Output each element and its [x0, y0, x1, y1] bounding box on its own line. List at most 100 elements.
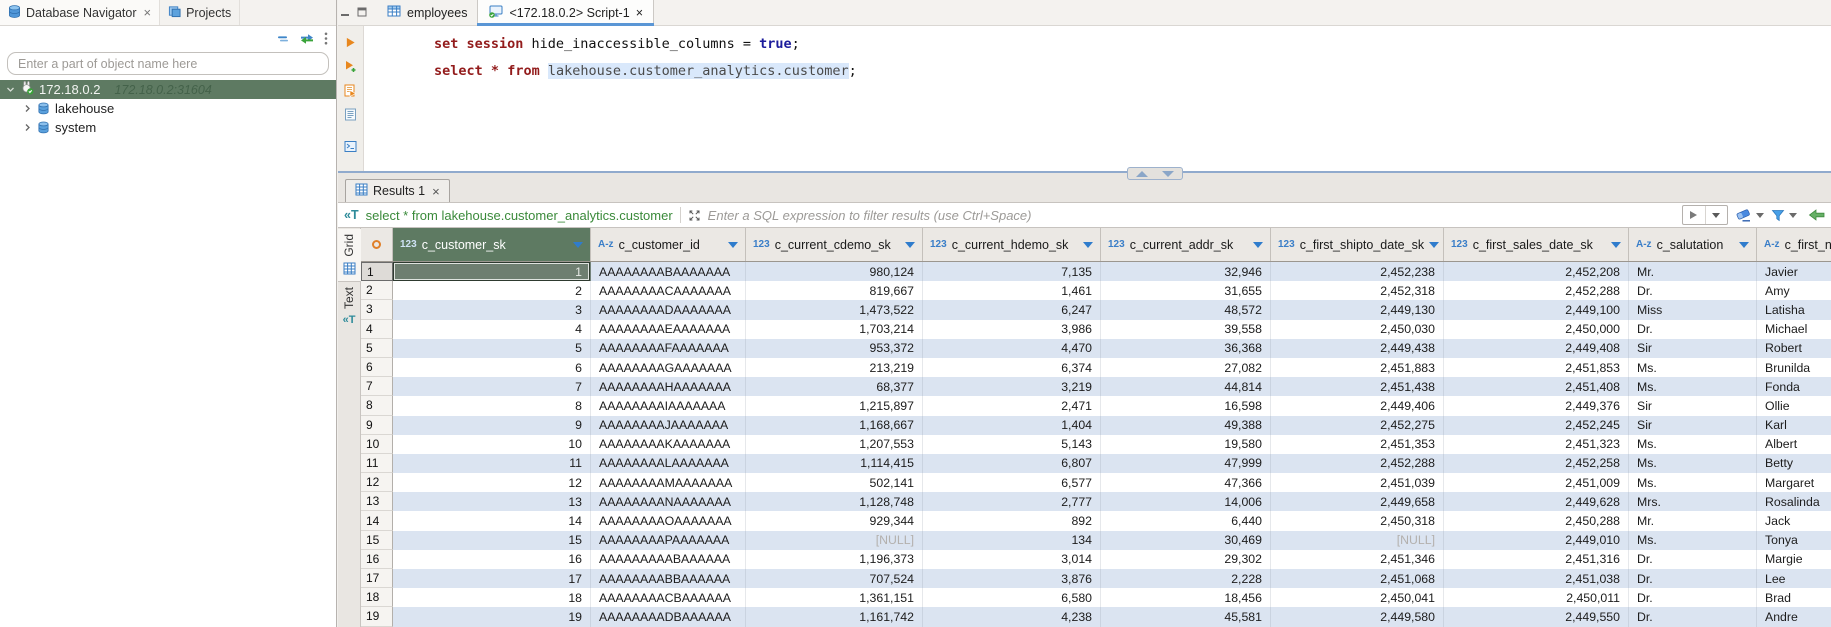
column-dropdown-icon[interactable] [728, 242, 738, 248]
grid-cell[interactable]: 2,451,038 [1444, 569, 1629, 588]
row-number[interactable]: 6 [361, 358, 393, 377]
grid-cell[interactable]: 2,450,041 [1271, 588, 1444, 607]
grid-cell[interactable]: 2,451,316 [1444, 550, 1629, 569]
grid-cell[interactable]: 2,451,438 [1271, 377, 1444, 396]
grid-cell[interactable]: AAAAAAAAPAAAAAAA [591, 531, 746, 550]
grid-cell[interactable]: 3,876 [923, 569, 1101, 588]
grid-cell[interactable]: 2,451,323 [1444, 435, 1629, 454]
tab-database-navigator[interactable]: Database Navigator × [0, 0, 160, 25]
grid-cell[interactable]: Sir [1629, 396, 1757, 415]
grid-cell[interactable]: Dr. [1629, 569, 1757, 588]
grid-cell[interactable]: 213,219 [746, 358, 923, 377]
grid-cell[interactable]: 49,388 [1101, 416, 1271, 435]
column-dropdown-icon[interactable] [905, 242, 915, 248]
row-number[interactable]: 14 [361, 511, 393, 530]
grid-cell[interactable]: 3,014 [923, 550, 1101, 569]
grid-cell[interactable]: 48,572 [1101, 300, 1271, 319]
grid-cell[interactable]: 2,449,438 [1271, 339, 1444, 358]
grid-cell[interactable]: Michael [1757, 320, 1831, 339]
execute-script-icon[interactable] [343, 83, 359, 98]
grid-cell[interactable]: 14,006 [1101, 492, 1271, 511]
row-number[interactable]: 12 [361, 473, 393, 492]
column-header-c_customer_id[interactable]: A-zc_customer_id [591, 228, 746, 261]
erase-filter-button[interactable] [1735, 208, 1764, 222]
close-icon[interactable]: × [636, 6, 643, 20]
grid-cell[interactable]: 980,124 [746, 262, 923, 281]
table-row[interactable]: 44AAAAAAAAEAAAAAAA1,703,2143,98639,5582,… [361, 320, 1831, 339]
grid-cell[interactable]: 2,451,039 [1271, 473, 1444, 492]
grid-cell[interactable]: 39,558 [1101, 320, 1271, 339]
grid-cell[interactable]: Latisha [1757, 300, 1831, 319]
grid-cell[interactable]: 929,344 [746, 511, 923, 530]
grid-cell[interactable]: 8 [393, 396, 591, 415]
grid-cell[interactable]: [NULL] [1271, 531, 1444, 550]
grid-cell[interactable]: 6,247 [923, 300, 1101, 319]
grid-cell[interactable]: 953,372 [746, 339, 923, 358]
grid-cell[interactable]: Sir [1629, 339, 1757, 358]
table-row[interactable]: 11AAAAAAAABAAAAAAA980,1247,13532,9462,45… [361, 262, 1831, 281]
grid-cell[interactable]: 19,580 [1101, 435, 1271, 454]
custom-filter-icon[interactable]: «T [344, 208, 359, 222]
grid-cell[interactable]: Betty [1757, 454, 1831, 473]
grid-cell[interactable]: 7 [393, 377, 591, 396]
grid-cell[interactable]: 2,450,011 [1444, 588, 1629, 607]
grid-cell[interactable]: 6,374 [923, 358, 1101, 377]
tree-item-system[interactable]: system [0, 118, 336, 137]
row-number[interactable]: 13 [361, 492, 393, 511]
grid-cell[interactable]: 68,377 [746, 377, 923, 396]
grid-cell[interactable]: 1,473,522 [746, 300, 923, 319]
grid-cell[interactable]: AAAAAAAAEAAAAAAA [591, 320, 746, 339]
grid-cell[interactable]: 10 [393, 435, 591, 454]
column-header-c_first_name[interactable]: A-zc_first_name [1757, 228, 1831, 261]
grid-cell[interactable]: AAAAAAAABBAAAAAA [591, 569, 746, 588]
grid-cell[interactable]: Ms. [1629, 358, 1757, 377]
collapse-down-icon[interactable] [1162, 171, 1174, 177]
object-search-input[interactable] [7, 52, 329, 75]
tree-item-lakehouse[interactable]: lakehouse [0, 99, 336, 118]
grid-cell[interactable]: AAAAAAAACBAAAAAA [591, 588, 746, 607]
apply-filter-button[interactable] [1682, 205, 1728, 225]
grid-cell[interactable]: 9 [393, 416, 591, 435]
grid-cell[interactable]: AAAAAAAABAAAAAAA [591, 262, 746, 281]
grid-cell[interactable]: 502,141 [746, 473, 923, 492]
grid-cell[interactable]: 2,452,275 [1271, 416, 1444, 435]
grid-cell[interactable]: 2,471 [923, 396, 1101, 415]
tab-projects[interactable]: Projects [160, 0, 240, 25]
grid-cell[interactable]: 819,667 [746, 281, 923, 300]
grid-cell[interactable]: 1,361,151 [746, 588, 923, 607]
grid-cell[interactable]: 707,524 [746, 569, 923, 588]
row-number[interactable]: 17 [361, 569, 393, 588]
grid-cell[interactable]: 2,452,288 [1271, 454, 1444, 473]
grid-cell[interactable]: 4,470 [923, 339, 1101, 358]
grid-cell[interactable]: Miss [1629, 300, 1757, 319]
grid-cell[interactable]: Karl [1757, 416, 1831, 435]
grid-cell[interactable]: 2,452,318 [1271, 281, 1444, 300]
row-number[interactable]: 3 [361, 300, 393, 319]
grid-cell[interactable]: AAAAAAAAFAAAAAAA [591, 339, 746, 358]
row-number[interactable]: 15 [361, 531, 393, 550]
grid-cell[interactable]: 3,219 [923, 377, 1101, 396]
collapse-all-icon[interactable] [276, 33, 290, 45]
grid-cell[interactable]: Tonya [1757, 531, 1831, 550]
column-header-c_first_sales_date_sk[interactable]: 123c_first_sales_date_sk [1444, 228, 1629, 261]
filter-expression-input[interactable] [708, 208, 1675, 223]
grid-cell[interactable]: Brad [1757, 588, 1831, 607]
column-dropdown-icon[interactable] [1253, 242, 1263, 248]
column-header-c_current_addr_sk[interactable]: 123c_current_addr_sk [1101, 228, 1271, 261]
table-row[interactable]: 1515AAAAAAAAPAAAAAAA[NULL]13430,469[NULL… [361, 531, 1831, 550]
row-number[interactable]: 16 [361, 550, 393, 569]
grid-cell[interactable]: 2,451,346 [1271, 550, 1444, 569]
grid-cell[interactable]: AAAAAAAAHAAAAAAA [591, 377, 746, 396]
table-row[interactable]: 1818AAAAAAAACBAAAAAA1,361,1516,58018,456… [361, 588, 1831, 607]
grid-cell[interactable]: 2,451,883 [1271, 358, 1444, 377]
apply-filter-dropdown[interactable] [1705, 206, 1728, 224]
grid-cell[interactable]: Dr. [1629, 588, 1757, 607]
grid-cell[interactable]: Dr. [1629, 320, 1757, 339]
grid-cell[interactable]: 30,469 [1101, 531, 1271, 550]
grid-cell[interactable]: 1,207,553 [746, 435, 923, 454]
grid-cell[interactable]: Jack [1757, 511, 1831, 530]
grid-cell[interactable]: AAAAAAAAKAAAAAAA [591, 435, 746, 454]
table-row[interactable]: 1616AAAAAAAAABAAAAAA1,196,3733,01429,302… [361, 550, 1831, 569]
table-row[interactable]: 88AAAAAAAAIAAAAAAA1,215,8972,47116,5982,… [361, 396, 1831, 415]
link-with-editor-icon[interactable] [299, 33, 315, 45]
